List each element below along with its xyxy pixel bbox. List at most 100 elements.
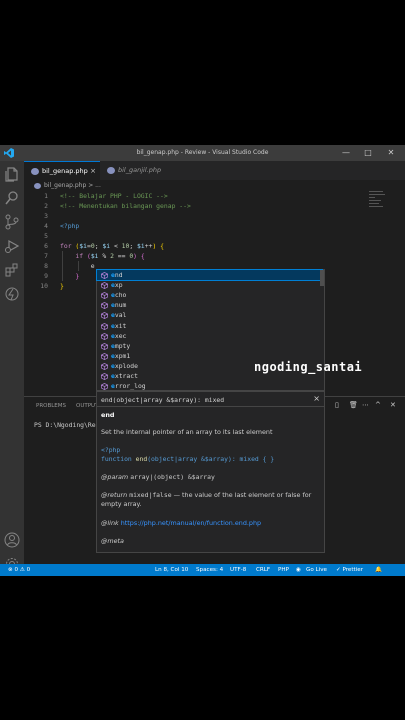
function-signature: end(object|array &$array): mixed bbox=[101, 396, 225, 404]
tab-close-icon[interactable]: × bbox=[90, 162, 96, 181]
code-function-keyword: function bbox=[101, 455, 132, 463]
method-cube-icon bbox=[101, 383, 108, 391]
maximize-button[interactable]: □ bbox=[359, 147, 377, 159]
suggestion-rest: xit bbox=[114, 321, 127, 330]
function-name: end bbox=[101, 411, 115, 419]
code-line[interactable]: 1 <!-- Belajar PHP - LOGIC --> bbox=[24, 191, 405, 201]
line-number: 7 bbox=[44, 252, 48, 260]
method-cube-icon bbox=[101, 332, 108, 340]
close-details-icon[interactable]: × bbox=[313, 394, 320, 403]
search-icon[interactable] bbox=[4, 190, 20, 206]
method-cube-icon bbox=[101, 272, 108, 279]
line-number: 2 bbox=[44, 202, 48, 210]
status-encoding[interactable]: UTF-8 bbox=[230, 564, 246, 576]
run-debug-icon[interactable] bbox=[4, 238, 20, 254]
code-line[interactable]: 2 <!-- Menentukan bilangan genap --> bbox=[24, 201, 405, 211]
line-code: <!-- Belajar PHP - LOGIC --> bbox=[60, 192, 168, 200]
method-cube-icon bbox=[101, 322, 108, 330]
line-number: 9 bbox=[44, 272, 48, 280]
code-function-params: (object|array &$array): mixed { } bbox=[147, 455, 275, 463]
php-file-icon bbox=[31, 168, 39, 175]
status-go-live[interactable]: Go Live bbox=[306, 564, 327, 576]
source-control-icon[interactable] bbox=[4, 214, 20, 230]
tab-label: bil_ganjil.php bbox=[118, 166, 162, 174]
suggestion-rest: xplode bbox=[114, 361, 138, 370]
code-line[interactable]: 7 if ($i % 2 == 0) { bbox=[24, 251, 405, 261]
terminal-prompt[interactable]: PS D:\Ngoding\Re bbox=[34, 421, 96, 429]
method-cube-icon bbox=[101, 342, 108, 350]
activity-bar bbox=[0, 161, 24, 570]
suggestion-rest: mpty bbox=[114, 341, 131, 350]
line-code: e bbox=[90, 262, 95, 270]
trash-icon[interactable]: 🗑 bbox=[349, 401, 358, 409]
tab-bil-ganjil[interactable]: bil_ganjil.php bbox=[100, 161, 188, 180]
method-cube-icon bbox=[101, 302, 108, 310]
breadcrumb-separator: > bbox=[88, 182, 94, 189]
line-code: for ($i=0; $i < 10; $i++) { bbox=[60, 242, 165, 250]
method-cube-icon bbox=[101, 362, 108, 370]
suggestion-rest: nd bbox=[114, 271, 123, 279]
return-type: mixed|false bbox=[129, 491, 172, 499]
suggestion-eval[interactable]: eval bbox=[97, 310, 322, 320]
suggestion-rest: val bbox=[114, 311, 127, 320]
status-problems[interactable]: ⊗ 0 ⚠ 0 bbox=[8, 564, 30, 576]
tab-label: bil_genap.php bbox=[42, 167, 88, 175]
code-line[interactable]: 3 bbox=[24, 211, 405, 221]
explorer-icon[interactable] bbox=[4, 166, 20, 182]
suggest-scrollbar[interactable] bbox=[320, 270, 324, 286]
line-code: <?php bbox=[60, 222, 80, 230]
breadcrumb: bil_genap.php > ... bbox=[24, 180, 405, 191]
code-line[interactable]: 6 for ($i=0; $i < 10; $i++) { bbox=[24, 241, 405, 251]
code-line[interactable]: 4 <?php bbox=[24, 221, 405, 231]
suggestion-rest: num bbox=[114, 301, 127, 310]
php-file-icon bbox=[107, 167, 115, 174]
breadcrumb-more[interactable]: ... bbox=[95, 182, 101, 189]
doc-link[interactable]: https://php.net/manual/en/function.end.p… bbox=[121, 519, 261, 527]
tab-problems[interactable]: PROBLEMS bbox=[36, 403, 66, 409]
status-eol[interactable]: CRLF bbox=[256, 564, 270, 576]
line-code: } bbox=[75, 272, 80, 280]
split-terminal-icon[interactable]: ▯ bbox=[335, 401, 339, 409]
line-number: 4 bbox=[44, 222, 48, 230]
suggestion-error-log[interactable]: error_log bbox=[97, 381, 322, 391]
divider bbox=[97, 406, 324, 407]
status-bar: ⊗ 0 ⚠ 0 Ln 8, Col 10 Spaces: 4 UTF-8 CRL… bbox=[0, 564, 405, 576]
title-bar: bil_genap.php - Review - Visual Studio C… bbox=[0, 145, 405, 161]
suggestion-echo[interactable]: echo bbox=[97, 290, 322, 300]
vscode-window: bil_genap.php - Review - Visual Studio C… bbox=[0, 145, 405, 576]
close-window-button[interactable]: ✕ bbox=[382, 147, 400, 159]
minimap[interactable] bbox=[369, 191, 389, 231]
suggestion-rest: xec bbox=[114, 331, 127, 340]
status-cursor-position[interactable]: Ln 8, Col 10 bbox=[155, 564, 188, 576]
remote-icon[interactable] bbox=[4, 286, 20, 302]
line-code: } bbox=[60, 282, 64, 290]
suggestion-exit[interactable]: exit bbox=[97, 321, 322, 331]
method-cube-icon bbox=[101, 282, 108, 290]
suggestion-end[interactable]: end bbox=[96, 268, 323, 282]
minimize-button[interactable]: — bbox=[337, 147, 355, 159]
status-language[interactable]: PHP bbox=[278, 564, 289, 576]
suggestion-enum[interactable]: enum bbox=[97, 300, 322, 310]
code-line[interactable]: 5 bbox=[24, 231, 405, 241]
php-file-icon bbox=[34, 182, 41, 189]
notification-bell-icon[interactable]: 🔔 bbox=[375, 564, 382, 576]
more-actions-icon[interactable]: ⋯ bbox=[362, 401, 369, 409]
extensions-icon[interactable] bbox=[4, 262, 20, 278]
chevron-up-icon[interactable]: ^ bbox=[375, 401, 381, 409]
suggestion-rest: rror_log bbox=[114, 382, 146, 391]
editor-tabs: bil_genap.php × bil_ganjil.php bbox=[24, 161, 405, 180]
status-prettier[interactable]: ✓ Prettier bbox=[336, 564, 363, 576]
account-icon[interactable] bbox=[4, 532, 20, 548]
line-number: 6 bbox=[44, 242, 48, 250]
suggestion-exp[interactable]: exp bbox=[97, 280, 322, 290]
code-function-name: end bbox=[135, 455, 148, 463]
suggestion-exec[interactable]: exec bbox=[97, 331, 322, 341]
function-description: Set the internal pointer of an array to … bbox=[101, 428, 273, 436]
status-indentation[interactable]: Spaces: 4 bbox=[196, 564, 223, 576]
tab-bil-genap[interactable]: bil_genap.php × bbox=[24, 161, 100, 180]
breadcrumb-file[interactable]: bil_genap.php bbox=[44, 182, 86, 189]
line-number: 8 bbox=[44, 262, 48, 270]
close-panel-icon[interactable]: ✕ bbox=[390, 401, 396, 409]
suggestion-empty[interactable]: empty bbox=[97, 341, 322, 351]
watermark-text: ngoding_santai bbox=[254, 360, 363, 374]
